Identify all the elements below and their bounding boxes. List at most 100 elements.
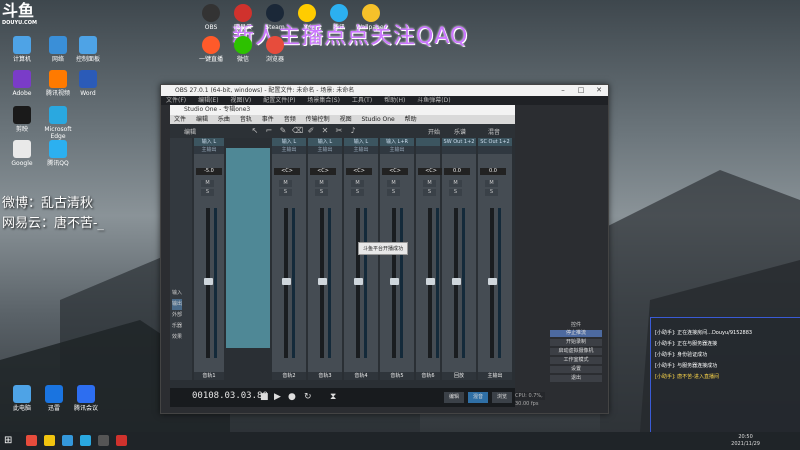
side-panel-output[interactable]: 输出 <box>172 299 183 310</box>
maximize-button[interactable]: □ <box>572 85 590 96</box>
virtual-cam-button[interactable]: 启动虚拟摄像机 <box>550 348 602 355</box>
channel-input-label[interactable]: 输入 L <box>272 138 306 146</box>
channel-output-label[interactable]: 主输出 <box>344 146 378 154</box>
s1-menu-item[interactable]: 帮助 <box>405 116 417 123</box>
fader-handle[interactable] <box>318 278 327 285</box>
mixer-channel-strip[interactable]: M S 输入 L 主输出 <C> 音轨2 <box>272 138 307 380</box>
desktop-icon[interactable]: Wallpaper <box>356 4 386 31</box>
s1-menu-item[interactable]: 传输控制 <box>306 116 330 123</box>
fader-handle[interactable] <box>390 278 399 285</box>
tab-edit[interactable]: 编辑 <box>444 392 464 403</box>
fader-handle[interactable] <box>488 278 497 285</box>
mute-button[interactable]: M <box>485 180 498 187</box>
obs-menu-item[interactable]: 视图(V) <box>230 97 251 104</box>
taskbar-app-icon[interactable] <box>62 435 73 446</box>
s1-menu-item[interactable]: 音频 <box>284 116 296 123</box>
mute-button[interactable]: M <box>279 180 292 187</box>
pencil-tool-icon[interactable]: ✎ <box>278 126 288 136</box>
solo-button[interactable]: S <box>387 189 400 196</box>
tab-mix[interactable]: 混音 <box>468 392 488 403</box>
obs-menu-item[interactable]: 编辑(E) <box>198 97 218 104</box>
obs-menu-item[interactable]: 工具(T) <box>352 97 372 104</box>
channel-input-label[interactable] <box>416 138 440 146</box>
fader-handle[interactable] <box>452 278 461 285</box>
s1-menu-item[interactable]: 音轨 <box>240 116 252 123</box>
minimize-button[interactable]: – <box>554 85 572 96</box>
taskbar-app-icon[interactable] <box>116 435 127 446</box>
channel-pan-value[interactable]: <C> <box>382 168 408 175</box>
desktop-icon[interactable]: 浏览器 <box>260 36 290 63</box>
system-clock[interactable]: 20:50 2021/11/29 <box>731 434 760 448</box>
channel-pan-value[interactable]: 0.0 <box>444 168 470 175</box>
side-panel-effects[interactable]: 效果 <box>172 332 182 343</box>
channel-name[interactable]: 音轨5 <box>380 372 414 380</box>
mixer-channel-strip[interactable]: M S 输入 L+R 主输出 <C> 音轨5 <box>380 138 415 380</box>
toolbar-score[interactable]: 乐谱 <box>454 127 466 136</box>
settings-button[interactable]: 设置 <box>550 366 602 373</box>
channel-input-label[interactable]: 输入 L <box>194 138 224 146</box>
solo-button[interactable]: S <box>449 189 462 196</box>
fader-handle[interactable] <box>282 278 291 285</box>
desktop-icon[interactable]: 微信 <box>228 36 258 63</box>
channel-pan-value[interactable]: <C> <box>346 168 372 175</box>
desktop-icon[interactable]: 一键直播 <box>196 36 226 63</box>
channel-name[interactable]: 音轨1 <box>194 372 224 380</box>
side-panel-instruments[interactable]: 乐器 <box>172 321 182 332</box>
channel-name[interactable]: 音轨6 <box>416 372 440 380</box>
obs-menu-item[interactable]: 配置文件(P) <box>263 97 295 104</box>
mixer-channel-strip[interactable]: M S <C> 音轨6 <box>416 138 444 380</box>
channel-pan-value[interactable]: -5.0 <box>196 168 222 175</box>
channel-name[interactable]: 主输出 <box>478 372 512 380</box>
stop-button[interactable]: ■ <box>260 392 269 402</box>
fader-handle[interactable] <box>354 278 363 285</box>
mute-button[interactable]: M <box>423 180 436 187</box>
channel-output-label[interactable]: 主输出 <box>380 146 414 154</box>
desktop-icon[interactable]: 控制面板 <box>66 36 110 63</box>
desktop-icon[interactable]: OBS <box>196 4 226 31</box>
mixer-channel-strip[interactable]: M S 输入 L 主输出 -5.0 音轨1 <box>194 138 225 380</box>
desktop-icon[interactable]: Microsoft Edge <box>36 106 80 140</box>
desktop-icon[interactable]: 腾讯 <box>324 4 354 31</box>
desktop-icon[interactable]: Steam <box>260 4 290 31</box>
obs-menu-item[interactable]: 场景集合(S) <box>307 97 340 104</box>
obs-menu-item[interactable]: 帮助(H) <box>384 97 405 104</box>
channel-name[interactable]: 回放 <box>442 372 476 380</box>
side-panel-external[interactable]: 外部 <box>172 310 182 321</box>
stop-stream-button[interactable]: 停止推流 <box>550 330 602 337</box>
s1-menu-item[interactable]: 编辑 <box>196 116 208 123</box>
mixer-channel-strip[interactable]: M S 输入 L 主输出 <C> 音轨4 <box>344 138 379 380</box>
channel-input-label[interactable]: 输入 L <box>308 138 342 146</box>
obs-menu-item[interactable]: 斗鱼弹幕(D) <box>417 97 450 104</box>
s1-menu-item[interactable]: 视图 <box>340 116 352 123</box>
close-button[interactable]: ✕ <box>590 85 608 96</box>
windows-start-icon[interactable]: ⊞ <box>4 435 15 446</box>
channel-output-label[interactable]: 主输出 <box>308 146 342 154</box>
eraser-tool-icon[interactable]: ⌫ <box>292 126 303 136</box>
channel-name[interactable]: 音轨3 <box>308 372 342 380</box>
channel-output-label[interactable] <box>478 146 512 154</box>
loop-button[interactable]: ↻ <box>304 392 312 402</box>
solo-button[interactable]: S <box>485 189 498 196</box>
paint-tool-icon[interactable]: ✐ <box>306 126 316 136</box>
channel-input-label[interactable]: 输入 L+R <box>380 138 414 146</box>
s1-menu-item[interactable]: Studio One <box>362 116 395 123</box>
solo-button[interactable]: S <box>201 189 214 196</box>
channel-pan-value[interactable]: 0.0 <box>480 168 506 175</box>
toolbar-start[interactable]: 开始 <box>428 127 440 136</box>
studio-mode-button[interactable]: 工作室模式 <box>550 357 602 364</box>
mute-button[interactable]: M <box>387 180 400 187</box>
range-tool-icon[interactable]: ⌐ <box>264 126 274 136</box>
metronome-icon[interactable]: ⧗ <box>330 392 336 402</box>
record-button[interactable]: ● <box>288 392 296 402</box>
studio-one-window[interactable]: Studio One - 专辑one3 文件 编辑 乐曲 音轨 事件 音频 传输… <box>170 105 515 405</box>
solo-button[interactable]: S <box>423 189 436 196</box>
obs-menu-item[interactable]: 文件(F) <box>166 97 186 104</box>
channel-input-label[interactable]: SC Out 1+2 <box>478 138 512 146</box>
arrow-tool-icon[interactable]: ↖ <box>250 126 260 136</box>
mute-button[interactable]: M <box>201 180 214 187</box>
mixer-channel-strip[interactable]: M S SW Out 1+2 0.0 回放 <box>442 138 477 380</box>
channel-input-label[interactable]: SW Out 1+2 <box>442 138 476 146</box>
desktop-icon[interactable]: 腾讯会议 <box>64 385 108 412</box>
mute-button[interactable]: M <box>315 180 328 187</box>
taskbar-app-icon[interactable] <box>26 435 37 446</box>
